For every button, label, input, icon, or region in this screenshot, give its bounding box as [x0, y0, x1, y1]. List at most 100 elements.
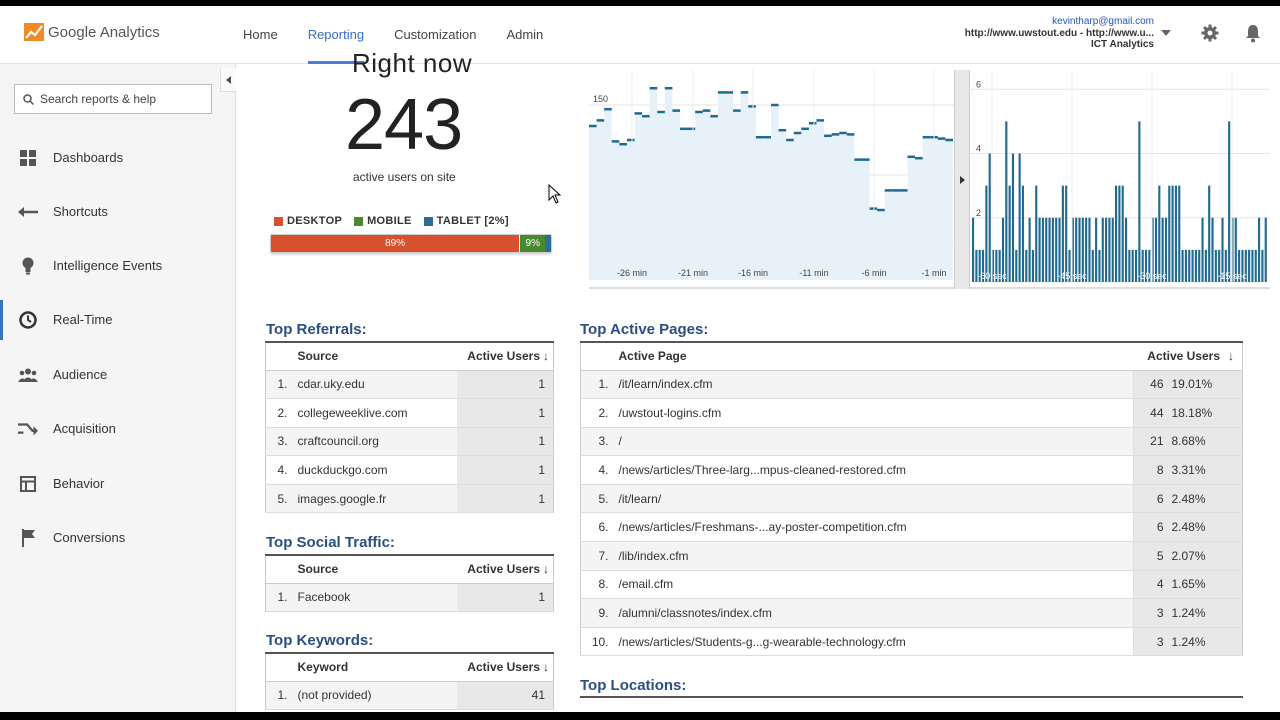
- second-bar[interactable]: [1048, 217, 1051, 282]
- second-bar[interactable]: [1025, 249, 1028, 282]
- ga-logo[interactable]: Google Analytics: [24, 23, 160, 41]
- search-input[interactable]: Search reports & help: [14, 84, 212, 114]
- second-bar[interactable]: [1051, 217, 1054, 282]
- second-bar[interactable]: [1191, 249, 1194, 282]
- row-source[interactable]: cdar.uky.edu: [293, 370, 457, 400]
- sidebar-item-conversions[interactable]: Conversions: [0, 518, 235, 558]
- second-bar[interactable]: [1208, 185, 1211, 282]
- second-bar[interactable]: [1008, 185, 1011, 282]
- second-bar[interactable]: [1118, 185, 1121, 282]
- active-users-column-header[interactable]: Active Users ↓: [456, 652, 554, 682]
- table-row[interactable]: 2./uwstout-logins.cfm 44 18.18%: [580, 398, 1243, 428]
- second-bar[interactable]: [1011, 153, 1015, 282]
- second-bar[interactable]: [1035, 185, 1038, 282]
- table-row[interactable]: 4. duckduckgo.com 1: [265, 455, 554, 485]
- table-row[interactable]: 1. (not provided) 41: [265, 681, 554, 711]
- active-users-column-header[interactable]: Active Users ↓: [456, 554, 554, 584]
- row-source[interactable]: craftcouncil.org: [293, 427, 457, 457]
- keyword-column-header[interactable]: Keyword: [293, 652, 457, 682]
- table-row[interactable]: 5./it/learn/6 2.48%: [580, 484, 1243, 514]
- row-active-page[interactable]: /news/articles/Three-larg...mpus-cleaned…: [614, 455, 1134, 485]
- second-bar[interactable]: [1115, 185, 1118, 282]
- table-row[interactable]: 3./21 8.68%: [580, 427, 1243, 457]
- second-bar[interactable]: [1211, 217, 1214, 282]
- second-bar[interactable]: [1251, 249, 1254, 282]
- second-bar[interactable]: [1045, 217, 1048, 282]
- second-bar[interactable]: [1138, 121, 1141, 282]
- second-bar[interactable]: [1124, 217, 1128, 282]
- collapse-sidebar-button[interactable]: [220, 68, 236, 92]
- second-bar[interactable]: [1158, 185, 1161, 282]
- chart-divider[interactable]: [954, 70, 970, 289]
- table-row[interactable]: 1. Facebook 1: [265, 583, 554, 613]
- row-active-page[interactable]: /it/learn/index.cfm: [614, 370, 1134, 400]
- second-bar[interactable]: [1261, 249, 1264, 282]
- second-bar[interactable]: [1088, 217, 1091, 282]
- second-bar[interactable]: [1095, 217, 1098, 282]
- second-bar[interactable]: [1178, 185, 1181, 282]
- row-active-page[interactable]: /it/learn/: [614, 484, 1134, 514]
- second-bar[interactable]: [1105, 217, 1108, 282]
- second-bar[interactable]: [1184, 249, 1187, 282]
- table-row[interactable]: 7./lib/index.cfm 5 2.07%: [580, 541, 1243, 571]
- second-bar[interactable]: [1248, 249, 1251, 282]
- second-bar[interactable]: [1188, 249, 1191, 282]
- row-source[interactable]: collegeweeklive.com: [293, 398, 457, 428]
- second-bar[interactable]: [972, 217, 975, 282]
- source-column-header[interactable]: Source: [293, 554, 457, 584]
- table-row[interactable]: 3. craftcouncil.org 1: [265, 427, 554, 457]
- second-bar[interactable]: [1015, 249, 1018, 282]
- table-row[interactable]: 2. collegeweeklive.com 1: [265, 398, 554, 428]
- sidebar-item-dashboards[interactable]: Dashboards: [0, 138, 235, 178]
- nav-admin[interactable]: Admin: [506, 6, 543, 64]
- sidebar-item-shortcuts[interactable]: Shortcuts: [0, 192, 235, 232]
- second-bar[interactable]: [1111, 217, 1114, 282]
- table-row[interactable]: 9./alumni/classnotes/index.cfm 3 1.24%: [580, 598, 1243, 628]
- second-bar[interactable]: [1028, 217, 1031, 282]
- second-bar[interactable]: [1204, 249, 1207, 282]
- row-active-page[interactable]: /email.cfm: [614, 570, 1134, 600]
- row-source[interactable]: duckduckgo.com: [293, 455, 457, 485]
- account-dropdown-icon[interactable]: [1161, 30, 1171, 36]
- second-bar[interactable]: [1021, 185, 1025, 282]
- second-bar[interactable]: [1061, 185, 1064, 282]
- account-switcher[interactable]: kevintharp@gmail.com http://www.uwstout.…: [965, 16, 1154, 51]
- source-column-header[interactable]: Source: [293, 341, 457, 371]
- row-active-page[interactable]: /alumni/classnotes/index.cfm: [614, 598, 1134, 628]
- nav-home[interactable]: Home: [243, 6, 278, 64]
- table-row[interactable]: 5. images.google.fr 1: [265, 484, 554, 514]
- second-bar[interactable]: [985, 185, 988, 282]
- second-bar[interactable]: [1098, 249, 1101, 282]
- table-row[interactable]: 1. cdar.uky.edu 1: [265, 370, 554, 400]
- second-bar[interactable]: [1031, 249, 1034, 282]
- active-users-column-header[interactable]: Active Users ↓: [1133, 341, 1243, 371]
- second-bar[interactable]: [1228, 121, 1231, 282]
- second-bar[interactable]: [1174, 185, 1178, 282]
- second-bar[interactable]: [988, 153, 991, 282]
- second-bar[interactable]: [1254, 249, 1257, 282]
- row-source[interactable]: Facebook: [293, 583, 457, 613]
- row-active-page[interactable]: /news/articles/Freshmans-...ay-poster-co…: [614, 512, 1134, 543]
- sidebar-item-real-time[interactable]: Real-Time: [0, 300, 235, 340]
- active-page-column-header[interactable]: Active Page: [614, 341, 1134, 371]
- row-keyword[interactable]: (not provided): [293, 681, 457, 711]
- second-bar[interactable]: [1264, 217, 1267, 282]
- active-users-column-header[interactable]: Active Users ↓: [456, 341, 554, 371]
- second-bar[interactable]: [1131, 249, 1134, 282]
- second-bar[interactable]: [1198, 249, 1201, 282]
- second-bar[interactable]: [1005, 121, 1008, 282]
- second-bar[interactable]: [1038, 217, 1041, 282]
- row-active-page[interactable]: /: [614, 427, 1134, 457]
- second-bar[interactable]: [1128, 249, 1131, 282]
- second-bar[interactable]: [1018, 153, 1021, 282]
- second-bar[interactable]: [1168, 185, 1171, 282]
- sidebar-item-intelligence-events[interactable]: Intelligence Events: [0, 246, 235, 286]
- gear-icon[interactable]: [1201, 24, 1219, 42]
- second-bar[interactable]: [1065, 185, 1068, 282]
- table-row[interactable]: 6./news/articles/Freshmans-...ay-poster-…: [580, 512, 1243, 543]
- second-bar[interactable]: [1108, 217, 1111, 282]
- second-bar[interactable]: [1194, 249, 1197, 282]
- table-row[interactable]: 4./news/articles/Three-larg...mpus-clean…: [580, 455, 1243, 485]
- second-bar[interactable]: [1041, 217, 1044, 282]
- second-bar[interactable]: [1201, 217, 1204, 282]
